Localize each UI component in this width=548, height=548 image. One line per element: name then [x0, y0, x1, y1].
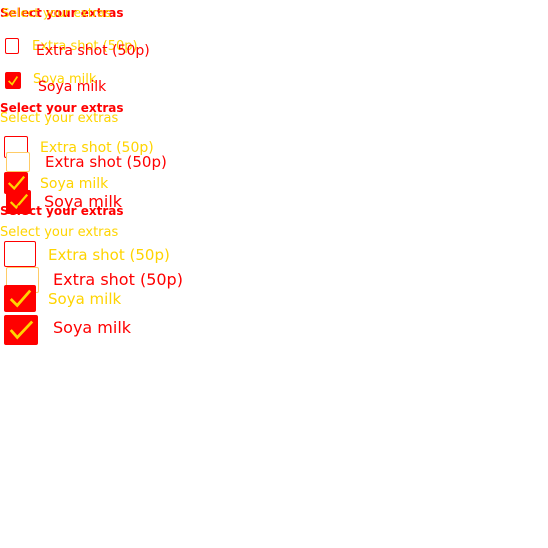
checkbox-extra-shot[interactable] [4, 241, 36, 267]
checkbox-soya-milk[interactable] [5, 72, 21, 89]
option-label-extra-shot-echo: Extra shot (50p) [36, 43, 150, 59]
checkmark-icon [8, 76, 19, 86]
option-label-extra-shot-echo: Extra shot (50p) [45, 153, 167, 171]
option-label-soya-milk-echo: Soya milk [53, 318, 132, 337]
form-heading-echo: Select your extras [0, 225, 119, 240]
form-heading-echo: Select your extras [2, 6, 112, 20]
checkbox-extra-shot[interactable] [5, 38, 19, 54]
checkmark-icon [9, 289, 32, 308]
form-heading: Select your extras [0, 204, 124, 218]
option-label-extra-shot-echo: Extra shot (50p) [53, 270, 183, 289]
option-label-soya-milk: Soya milk [48, 290, 122, 308]
checkbox-soya-milk[interactable] [4, 285, 36, 312]
checkmark-icon [9, 320, 34, 340]
option-label-extra-shot: Extra shot (50p) [48, 246, 170, 264]
option-label-soya-milk-echo: Soya milk [38, 79, 107, 95]
option-label-soya-milk: Soya milk [40, 176, 109, 192]
checkbox-extra-shot-echo[interactable] [6, 152, 30, 172]
form-heading-echo: Select your extras [0, 111, 119, 126]
checkbox-soya-milk-echo[interactable] [4, 315, 38, 345]
